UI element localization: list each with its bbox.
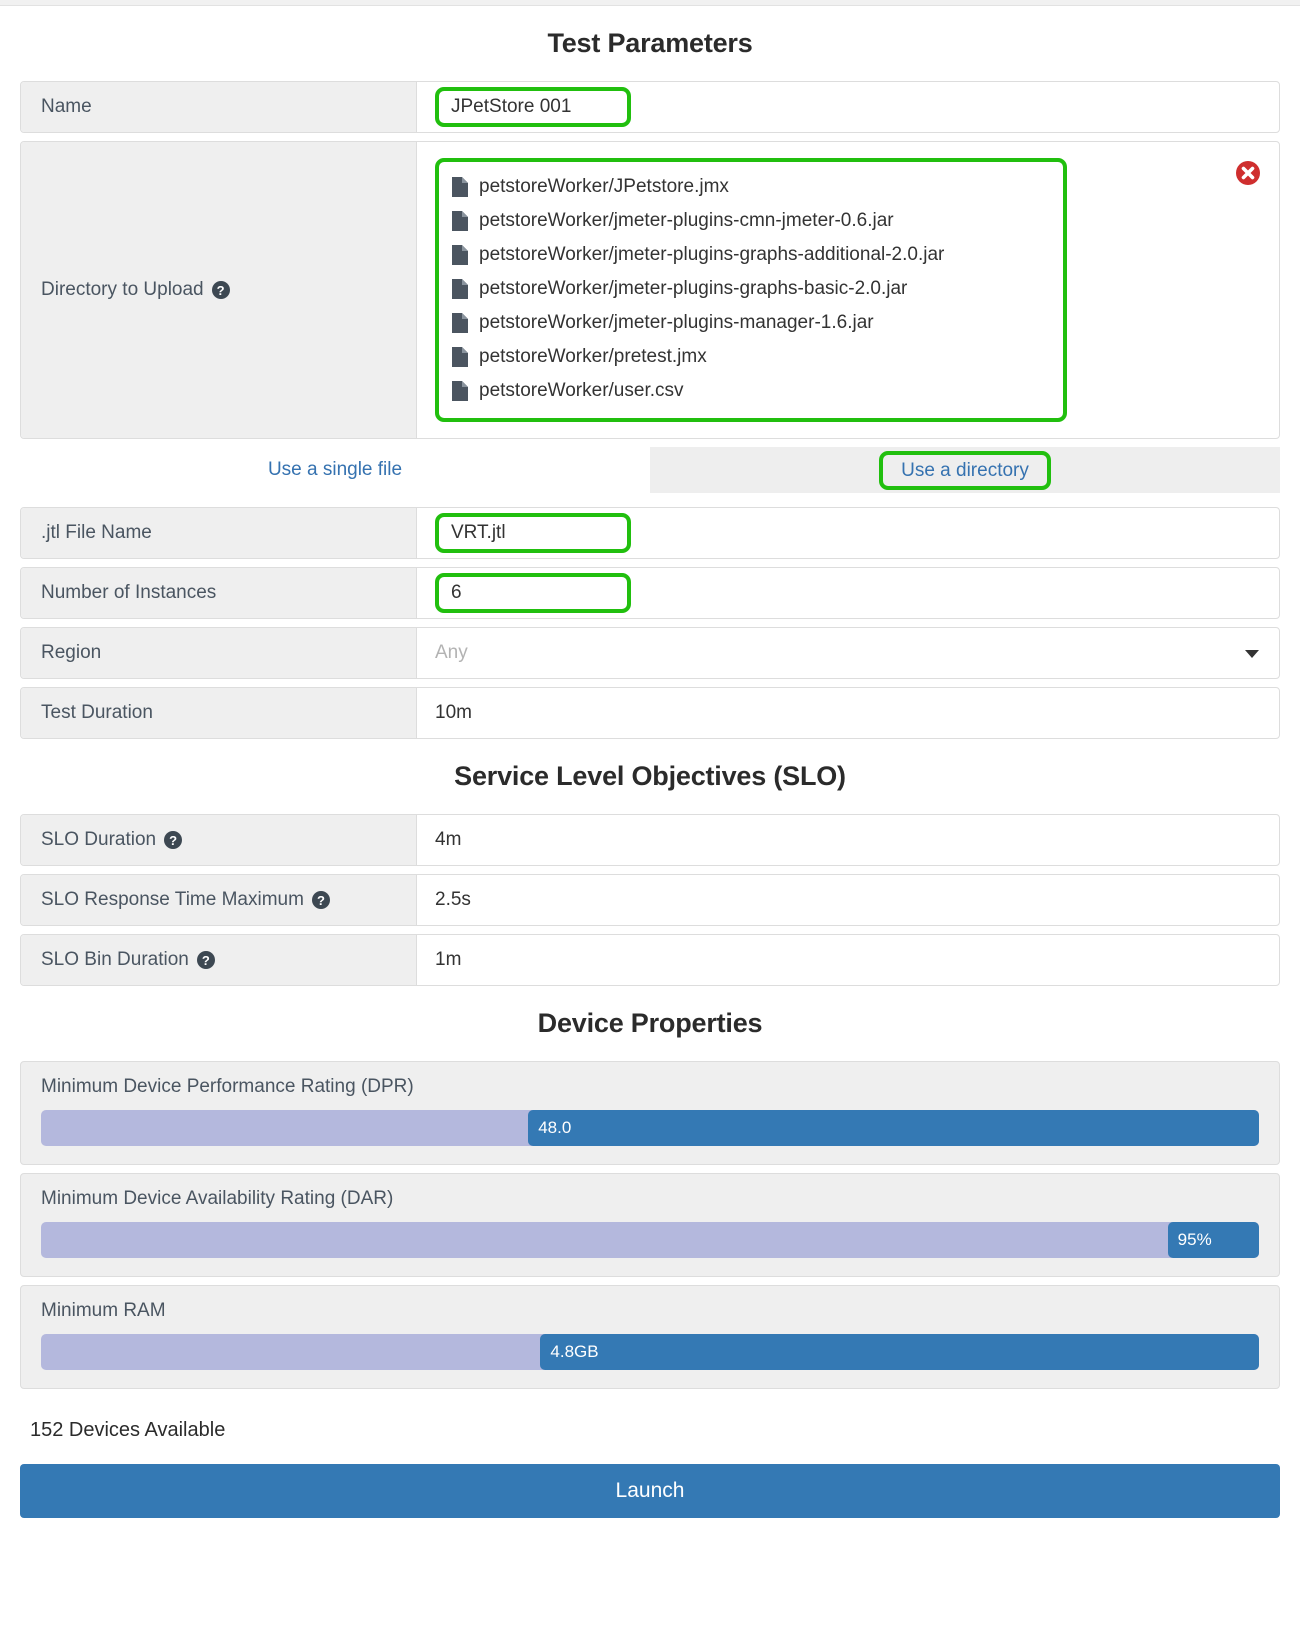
slider-minimum-dar[interactable]: 95% — [41, 1222, 1259, 1258]
label-name: Name — [21, 82, 417, 132]
label-slo-duration: SLO Duration ? — [21, 815, 417, 865]
remove-circle-icon[interactable] — [1235, 160, 1261, 186]
slider-value-minimum-dar: 95% — [1177, 1230, 1212, 1249]
list-item-label: petstoreWorker/user.csv — [479, 380, 684, 401]
devices-available-count: 152 Devices Available — [30, 1419, 226, 1441]
label-jtl-file-name: .jtl File Name — [21, 508, 417, 558]
jtl-file-name-input[interactable]: VRT.jtl — [435, 513, 631, 553]
row-slo-bin-duration: SLO Bin Duration ? 1m — [20, 934, 1280, 986]
label-test-duration: Test Duration — [21, 688, 417, 738]
slider-value-minimum-dpr: 48.0 — [538, 1118, 572, 1137]
slo-response-time-maximum-input[interactable]: 2.5s — [417, 875, 1279, 925]
label-minimum-dpr: Minimum Device Performance Rating (DPR) — [41, 1076, 414, 1097]
file-icon — [452, 279, 468, 299]
device-property-dpr: Minimum Device Performance Rating (DPR) … — [20, 1061, 1280, 1165]
label-slo-bin-duration-text: SLO Bin Duration — [41, 949, 189, 970]
test-duration-input[interactable]: 10m — [417, 688, 1279, 738]
slo-duration-input[interactable]: 4m — [417, 815, 1279, 865]
number-of-instances-input[interactable]: 6 — [435, 573, 631, 613]
label-region: Region — [21, 628, 417, 678]
value-directory-to-upload: petstoreWorker/JPetstore.jmx petstoreWor… — [417, 142, 1279, 438]
value-jtl-file-name: VRT.jtl — [417, 508, 1279, 558]
row-slo-response-time-maximum: SLO Response Time Maximum ? 2.5s — [20, 874, 1280, 926]
list-item-label: petstoreWorker/jmeter-plugins-cmn-jmeter… — [479, 210, 894, 231]
row-number-of-instances: Number of Instances 6 — [20, 567, 1280, 619]
top-bar — [0, 0, 1300, 6]
list-item-label: petstoreWorker/jmeter-plugins-graphs-bas… — [479, 278, 908, 299]
label-minimum-dar: Minimum Device Availability Rating (DAR) — [41, 1188, 394, 1209]
file-icon — [452, 347, 468, 367]
file-icon — [452, 177, 468, 197]
device-properties-section-title: Device Properties — [537, 1008, 763, 1038]
value-name: JPetStore 001 — [417, 82, 1279, 132]
region-select[interactable]: Any — [417, 628, 1279, 678]
row-directory-to-upload: Directory to Upload ? petstoreWorker/JPe… — [20, 141, 1280, 439]
label-slo-response-time-maximum-text: SLO Response Time Maximum — [41, 889, 304, 910]
slider-value-minimum-ram: 4.8GB — [550, 1342, 599, 1361]
upload-mode-tabs: Use a single file Use a directory — [20, 447, 1280, 493]
slider-fill[interactable]: 4.8GB — [540, 1334, 1259, 1370]
label-slo-response-time-maximum: SLO Response Time Maximum ? — [21, 875, 417, 925]
device-property-dar: Minimum Device Availability Rating (DAR)… — [20, 1173, 1280, 1277]
question-mark-icon[interactable]: ? — [311, 891, 330, 909]
name-input[interactable]: JPetStore 001 — [435, 87, 631, 127]
region-select-value: Any — [435, 642, 468, 663]
list-item[interactable]: petstoreWorker/jmeter-plugins-cmn-jmeter… — [451, 204, 1051, 238]
label-slo-duration-text: SLO Duration — [41, 829, 157, 850]
slo-bin-duration-input[interactable]: 1m — [417, 935, 1279, 985]
file-icon — [452, 313, 468, 333]
row-region: Region Any — [20, 627, 1280, 679]
list-item[interactable]: petstoreWorker/jmeter-plugins-manager-1.… — [451, 306, 1051, 340]
file-icon — [452, 211, 468, 231]
row-name: Name JPetStore 001 — [20, 81, 1280, 133]
row-test-duration: Test Duration 10m — [20, 687, 1280, 739]
slider-fill[interactable]: 48.0 — [528, 1110, 1259, 1146]
label-directory-to-upload-text: Directory to Upload — [41, 279, 204, 300]
label-number-of-instances: Number of Instances — [21, 568, 417, 618]
label-directory-to-upload: Directory to Upload ? — [21, 142, 417, 438]
value-number-of-instances: 6 — [417, 568, 1279, 618]
file-icon — [452, 381, 468, 401]
uploaded-file-list[interactable]: petstoreWorker/JPetstore.jmx petstoreWor… — [435, 158, 1067, 422]
tab-use-a-directory-label: Use a directory — [879, 450, 1051, 490]
tab-use-a-directory[interactable]: Use a directory — [650, 447, 1280, 493]
slider-minimum-dpr[interactable]: 48.0 — [41, 1110, 1259, 1146]
device-property-ram: Minimum RAM 4.8GB — [20, 1285, 1280, 1389]
page-title: Test Parameters — [547, 28, 753, 58]
launch-button[interactable]: Launch — [20, 1464, 1280, 1518]
slo-section-title: Service Level Objectives (SLO) — [454, 761, 846, 791]
tab-use-a-single-file-label: Use a single file — [267, 459, 403, 480]
row-jtl-file-name: .jtl File Name VRT.jtl — [20, 507, 1280, 559]
file-icon — [452, 245, 468, 265]
list-item-label: petstoreWorker/JPetstore.jmx — [479, 176, 729, 197]
list-item[interactable]: petstoreWorker/user.csv — [451, 374, 1051, 408]
list-item-label: petstoreWorker/jmeter-plugins-manager-1.… — [479, 312, 874, 333]
question-mark-icon[interactable]: ? — [211, 281, 230, 299]
list-item-label: petstoreWorker/jmeter-plugins-graphs-add… — [479, 244, 945, 265]
list-item[interactable]: petstoreWorker/pretest.jmx — [451, 340, 1051, 374]
chevron-down-icon[interactable] — [1245, 650, 1259, 658]
label-slo-bin-duration: SLO Bin Duration ? — [21, 935, 417, 985]
list-item[interactable]: petstoreWorker/JPetstore.jmx — [451, 170, 1051, 204]
label-minimum-ram: Minimum RAM — [41, 1300, 166, 1321]
slider-minimum-ram[interactable]: 4.8GB — [41, 1334, 1259, 1370]
list-item-label: petstoreWorker/pretest.jmx — [479, 346, 707, 367]
question-mark-icon[interactable]: ? — [196, 951, 215, 969]
slider-fill[interactable]: 95% — [1167, 1222, 1259, 1258]
launch-test-form-page: Test Parameters Name JPetStore 001 Direc… — [0, 0, 1300, 1637]
list-item[interactable]: petstoreWorker/jmeter-plugins-graphs-add… — [451, 238, 1051, 272]
tab-use-a-single-file[interactable]: Use a single file — [20, 447, 650, 493]
question-mark-icon[interactable]: ? — [164, 831, 183, 849]
list-item[interactable]: petstoreWorker/jmeter-plugins-graphs-bas… — [451, 272, 1051, 306]
row-slo-duration: SLO Duration ? 4m — [20, 814, 1280, 866]
